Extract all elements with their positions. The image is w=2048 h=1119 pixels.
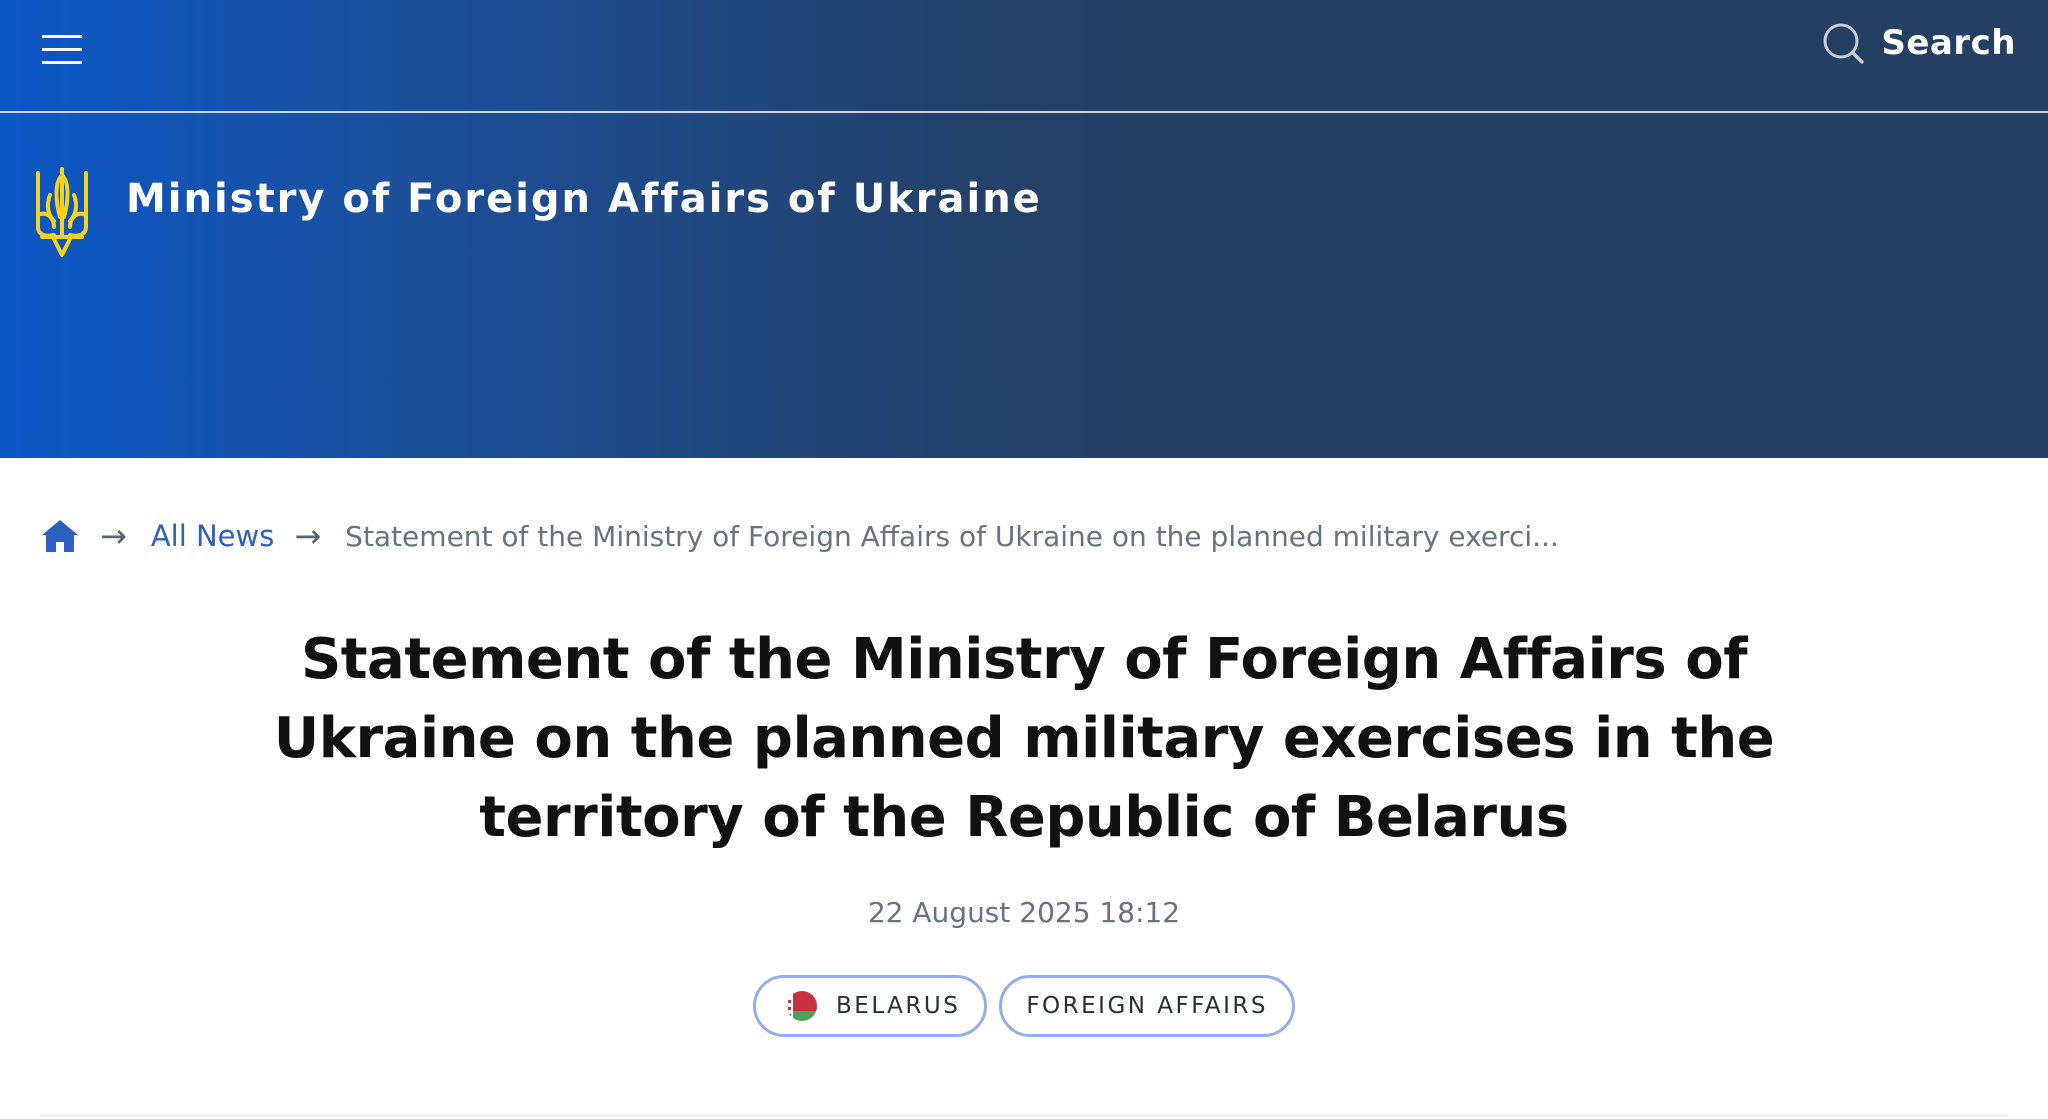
breadcrumb-separator-icon: → [294, 517, 322, 555]
tag-belarus[interactable]: BELARUS [753, 975, 988, 1037]
tag-label: FOREIGN AFFAIRS [1026, 993, 1268, 1019]
brand-name: Ministry of Foreign Affairs of Ukraine [126, 176, 1042, 222]
article-title: Statement of the Ministry of Foreign Aff… [273, 627, 1775, 850]
hamburger-menu-icon[interactable] [40, 32, 84, 68]
breadcrumb: → All News → Statement of the Ministry o… [40, 512, 1559, 560]
content-divider [40, 1114, 2008, 1117]
article-date: 22 August 2025 18:12 [867, 896, 1181, 929]
header-banner: Search Ministry of Foreign Affairs of Uk… [0, 0, 2048, 458]
breadcrumb-all-news-link[interactable]: All News [151, 519, 275, 553]
belarus-flag-icon [787, 991, 818, 1021]
breadcrumb-current-page: Statement of the Ministry of Foreign Aff… [345, 519, 1559, 553]
search-button[interactable]: Search [1821, 18, 2016, 68]
tag-label: BELARUS [836, 993, 961, 1019]
trident-emblem-icon [36, 167, 88, 257]
brand-logo-link[interactable]: Ministry of Foreign Affairs of Ukraine [32, 165, 1042, 261]
breadcrumb-separator-icon: → [100, 517, 127, 555]
top-bar: Search [0, 0, 2048, 113]
search-label: Search [1881, 23, 2016, 63]
home-icon[interactable] [40, 518, 80, 554]
tag-foreign-affairs[interactable]: FOREIGN AFFAIRS [999, 975, 1295, 1037]
search-icon [1823, 23, 1865, 64]
article-tags: BELARUS FOREIGN AFFAIRS [0, 975, 2048, 1037]
